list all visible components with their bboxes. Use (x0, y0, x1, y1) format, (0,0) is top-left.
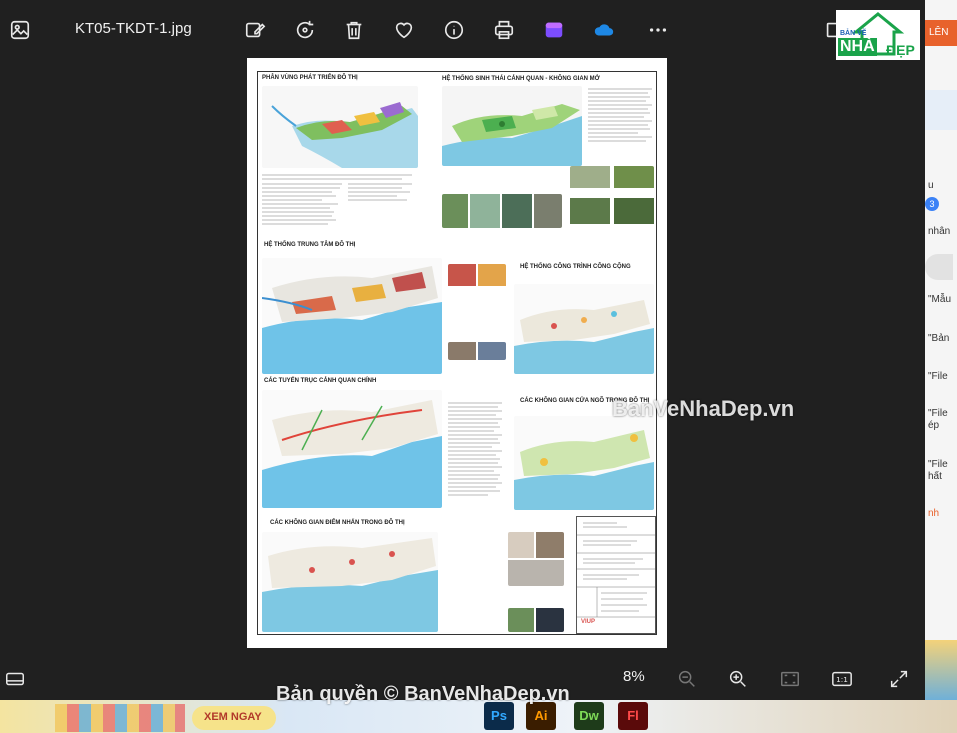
right-text-5: "File (928, 371, 948, 382)
viup-label: VIUP (581, 619, 596, 625)
print-icon[interactable] (492, 18, 516, 42)
right-text-1: u (928, 180, 934, 191)
zoom-out-icon[interactable] (676, 668, 698, 690)
right-text-9: hất (928, 471, 942, 482)
clipchamp-icon[interactable] (542, 18, 566, 42)
info-icon[interactable] (442, 18, 466, 42)
onedrive-icon[interactable] (592, 18, 616, 42)
landmark-photos (508, 532, 564, 586)
right-text-4: "Bản (928, 333, 950, 344)
photos-window: KT05-TKDT-1.jpg BẢN VẼ NHÀ ĐẸP PHÂN VÙNG… (0, 0, 925, 700)
app-fl: Fl (618, 702, 648, 730)
logo-line3: ĐẸP (886, 42, 915, 58)
right-button-label: LÊN (929, 27, 949, 38)
zoom-in-icon[interactable] (727, 668, 749, 690)
more-icon[interactable] (646, 18, 670, 42)
ecology-photos (442, 194, 562, 228)
map-landmarks (262, 532, 438, 632)
ecology-photos-right (570, 166, 654, 230)
panel-title-4: HỆ THỐNG CÔNG TRÌNH CÔNG CỘNG (520, 264, 631, 270)
site-logo: BẢN VẼ NHÀ ĐẸP (836, 10, 920, 62)
logo-line1: BẢN VẼ (840, 30, 867, 37)
title-block: VIUP (576, 516, 656, 634)
banner-graphic (55, 704, 185, 732)
favorite-icon[interactable] (392, 18, 416, 42)
watermark-bottom: Bản quyền © BanVeNhaDep.vn (276, 683, 570, 705)
landmark-photos-bottom (508, 608, 564, 632)
right-text-7: ép (928, 420, 940, 431)
app-ai: Ai (526, 702, 556, 730)
gallery-icon[interactable] (8, 18, 32, 42)
delete-icon[interactable] (342, 18, 366, 42)
panel-title-5: CÁC TUYẾN TRỤC CẢNH QUAN CHÍNH (264, 378, 377, 384)
fullscreen-icon[interactable] (888, 668, 910, 690)
axes-notes (448, 400, 506, 520)
zoning-notes (262, 172, 422, 234)
right-text-10: nh (928, 508, 940, 519)
map-gateways (514, 416, 654, 510)
sheet-frame: PHÂN VÙNG PHÁT TRIỂN ĐÔ THỊ HỆ THỐNG SIN… (257, 71, 657, 635)
zoom-level: 8% (623, 668, 645, 685)
map-public-works (514, 284, 654, 374)
xem-ngay-label: XEM NGAY (204, 711, 262, 723)
right-pill[interactable] (925, 254, 953, 280)
map-ecology (442, 86, 582, 166)
right-text-8: "File (928, 459, 948, 470)
map-axes (262, 390, 442, 508)
map-centers (262, 258, 442, 374)
panel-title-7: CÁC KHÔNG GIAN ĐIỂM NHẤN TRONG ĐÔ THỊ (270, 520, 405, 526)
svg-text:1:1: 1:1 (836, 675, 848, 684)
right-ad-image (925, 640, 957, 700)
centers-photos-bottom (448, 342, 506, 360)
filmstrip-icon[interactable] (4, 668, 26, 690)
right-text-2: nhân (928, 226, 951, 237)
drawing-sheet[interactable]: PHÂN VÙNG PHÁT TRIỂN ĐÔ THỊ HỆ THỐNG SIN… (247, 58, 667, 652)
right-badge: 3 (925, 197, 939, 211)
ecology-notes (588, 86, 656, 166)
xem-ngay-button[interactable]: XEM NGAY (192, 706, 276, 730)
title-bar: KT05-TKDT-1.jpg (0, 0, 925, 60)
fit-to-window-icon[interactable] (779, 668, 801, 690)
logo-line2: NHÀ (838, 38, 877, 56)
app-ps: Ps (484, 702, 514, 730)
right-blue-block (925, 90, 957, 130)
panel-title-3: HỆ THỐNG TRUNG TÂM ĐÔ THỊ (264, 242, 356, 248)
right-orange-button[interactable]: LÊN (925, 20, 957, 46)
panel-title-2: HỆ THỐNG SINH THÁI CẢNH QUAN - KHÔNG GIA… (442, 76, 600, 82)
centers-photos (448, 264, 506, 324)
map-zoning (262, 86, 418, 168)
edit-icon[interactable] (243, 18, 267, 42)
watermark-center: BanVeNhaDep.vn (612, 396, 795, 421)
right-text-3: "Mẫu (928, 294, 952, 305)
actual-size-icon[interactable]: 1:1 (831, 668, 853, 690)
panel-title-1: PHÂN VÙNG PHÁT TRIỂN ĐÔ THỊ (262, 75, 358, 81)
file-name: KT05-TKDT-1.jpg (75, 20, 192, 37)
right-side-panel: LÊN u 3 nhân "Mẫu "Bản "File "File ép "F… (925, 0, 957, 700)
rotate-icon[interactable] (293, 18, 317, 42)
right-text-6: "File (928, 408, 948, 419)
app-dw: Dw (574, 702, 604, 730)
